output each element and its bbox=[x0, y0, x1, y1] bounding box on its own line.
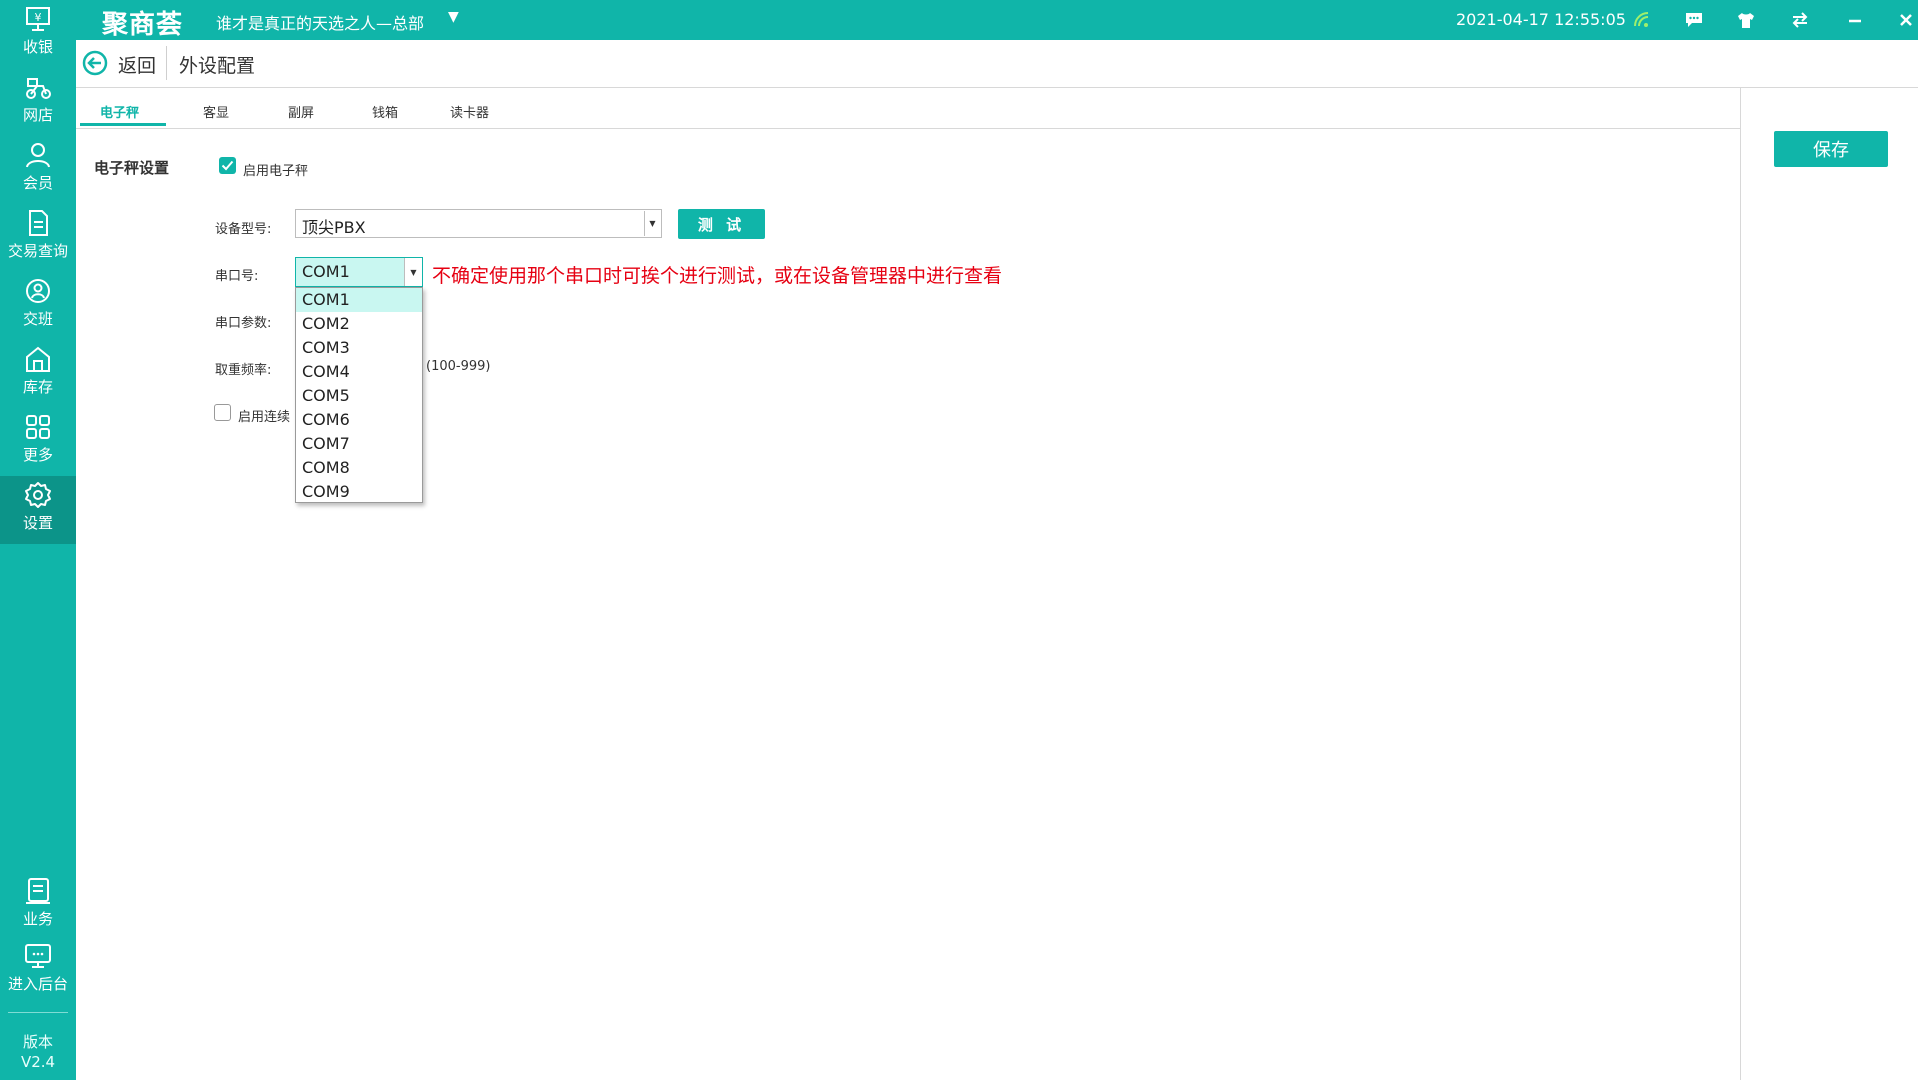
datetime: 2021-04-17 12:55:05 bbox=[1456, 10, 1626, 29]
sidebar-item-label: 收银 bbox=[22, 38, 53, 56]
dropdown-option-com4[interactable]: COM4 bbox=[296, 360, 422, 384]
page-header: 返回 外设配置 bbox=[76, 40, 1918, 88]
close-icon[interactable] bbox=[1892, 6, 1918, 34]
sidebar-item-label: 会员 bbox=[22, 174, 53, 192]
sidebar-item-handover[interactable]: 交班 bbox=[0, 272, 76, 340]
sidebar-item-label: 更多 bbox=[22, 446, 53, 464]
monitor-icon bbox=[25, 944, 51, 968]
svg-text:¥: ¥ bbox=[35, 11, 42, 24]
sidebar-item-label: 网店 bbox=[22, 106, 53, 124]
sidebar-item-more[interactable]: 更多 bbox=[0, 408, 76, 476]
tab-customer-display[interactable]: 客显 bbox=[203, 102, 229, 121]
serial-port-value: COM1 bbox=[302, 262, 350, 281]
store-caret-icon[interactable]: ▼ bbox=[448, 9, 459, 25]
panel-divider bbox=[1740, 88, 1741, 1080]
enable-scale-checkbox[interactable] bbox=[219, 157, 236, 174]
sidebar-item-settings[interactable]: 设置 bbox=[0, 476, 76, 544]
save-button[interactable]: 保存 bbox=[1774, 131, 1888, 167]
dropdown-option-com3[interactable]: COM3 bbox=[296, 336, 422, 360]
title-bar: 聚商荟 谁才是真正的天选之人—总部 ▼ 2021-04-17 12:55:05 bbox=[76, 0, 1918, 40]
dropdown-option-com5[interactable]: COM5 bbox=[296, 384, 422, 408]
page-title: 外设配置 bbox=[179, 55, 256, 77]
store-name[interactable]: 谁才是真正的天选之人—总部 bbox=[216, 10, 424, 34]
active-tab-indicator bbox=[80, 123, 166, 126]
tab-bar: 电子秤 客显 副屏 钱箱 读卡器 bbox=[76, 88, 1740, 129]
sidebar: ¥ 收银 网店 会员 交易查询 交班 库存 更多 设置 业务 进入后台 版本 V… bbox=[0, 0, 76, 1080]
sidebar-item-inventory[interactable]: 库存 bbox=[0, 340, 76, 408]
dropdown-option-com6[interactable]: COM6 bbox=[296, 408, 422, 432]
sidebar-item-label: 交班 bbox=[22, 310, 53, 328]
device-model-label: 设备型号: bbox=[215, 222, 272, 237]
serial-params-label: 串口参数: bbox=[215, 316, 272, 331]
device-model-select[interactable]: 顶尖PBX ▼ bbox=[295, 209, 662, 238]
sidebar-item-label: 库存 bbox=[22, 378, 53, 396]
app-logo: 聚商荟 bbox=[102, 10, 184, 40]
wifi-icon bbox=[1628, 6, 1656, 34]
continuous-label: 启用连续 bbox=[238, 410, 291, 425]
version-label: 版本 bbox=[22, 1033, 53, 1051]
sidebar-item-webstore[interactable]: 网店 bbox=[0, 68, 76, 136]
test-button[interactable]: 测 试 bbox=[678, 209, 765, 239]
check-icon bbox=[221, 160, 234, 171]
register-icon: ¥ bbox=[26, 7, 50, 31]
back-arrow-icon[interactable] bbox=[82, 50, 108, 76]
sidebar-item-member[interactable]: 会员 bbox=[0, 136, 76, 204]
sidebar-item-checkout[interactable]: ¥ 收银 bbox=[0, 0, 76, 68]
enable-scale-label: 启用电子秤 bbox=[243, 164, 309, 179]
tab-secondary-screen[interactable]: 副屏 bbox=[288, 102, 314, 121]
sidebar-item-business[interactable]: 业务 bbox=[0, 872, 76, 940]
header-divider bbox=[166, 46, 167, 80]
handover-icon bbox=[26, 279, 50, 303]
document-icon bbox=[29, 210, 48, 236]
message-icon[interactable] bbox=[1680, 6, 1708, 34]
dropdown-option-com2[interactable]: COM2 bbox=[296, 312, 422, 336]
chevron-down-icon[interactable]: ▼ bbox=[404, 258, 422, 286]
tab-cash-drawer[interactable]: 钱箱 bbox=[372, 102, 398, 121]
serial-port-dropdown: COM1 COM2 COM3 COM4 COM5 COM6 COM7 COM8 … bbox=[295, 287, 423, 503]
dropdown-option-com9[interactable]: COM9 bbox=[296, 480, 422, 504]
tab-card-reader[interactable]: 读卡器 bbox=[450, 102, 489, 121]
back-button[interactable]: 返回 bbox=[118, 51, 156, 78]
frequency-label: 取重频率: bbox=[215, 363, 272, 378]
sidebar-item-label: 业务 bbox=[22, 910, 53, 928]
version-info: 版本 V2.4 bbox=[0, 1032, 76, 1072]
frequency-range: (100-999) bbox=[426, 359, 491, 374]
grid-icon bbox=[26, 415, 50, 439]
sidebar-item-label: 进入后台 bbox=[7, 975, 68, 993]
sidebar-item-label: 交易查询 bbox=[7, 242, 68, 260]
device-model-value: 顶尖PBX bbox=[302, 218, 366, 237]
scooter-icon bbox=[26, 78, 51, 99]
dropdown-option-com8[interactable]: COM8 bbox=[296, 456, 422, 480]
tab-scale[interactable]: 电子秤 bbox=[100, 102, 139, 121]
sidebar-item-label: 设置 bbox=[22, 514, 53, 532]
sidebar-item-backend[interactable]: 进入后台 bbox=[0, 937, 76, 1005]
serial-port-hint: 不确定使用那个串口时可挨个进行测试，或在设备管理器中进行查看 bbox=[432, 265, 1003, 287]
dropdown-option-com1[interactable]: COM1 bbox=[296, 288, 422, 312]
warehouse-icon bbox=[26, 346, 50, 372]
version-number: V2.4 bbox=[20, 1053, 56, 1071]
continuous-checkbox[interactable] bbox=[214, 404, 231, 421]
chevron-down-icon[interactable]: ▼ bbox=[644, 211, 660, 236]
settings-icon bbox=[25, 482, 51, 508]
dropdown-option-com7[interactable]: COM7 bbox=[296, 432, 422, 456]
serial-port-label: 串口号: bbox=[215, 269, 259, 284]
minimize-icon[interactable] bbox=[1841, 6, 1869, 34]
switch-icon[interactable] bbox=[1786, 6, 1814, 34]
business-icon bbox=[26, 878, 50, 904]
serial-port-select[interactable]: COM1 ▼ bbox=[295, 257, 423, 287]
sidebar-item-transactions[interactable]: 交易查询 bbox=[0, 204, 76, 272]
version-divider bbox=[8, 1012, 68, 1013]
section-title: 电子秤设置 bbox=[94, 159, 170, 177]
tshirt-icon[interactable] bbox=[1732, 6, 1760, 34]
member-icon bbox=[26, 143, 50, 168]
